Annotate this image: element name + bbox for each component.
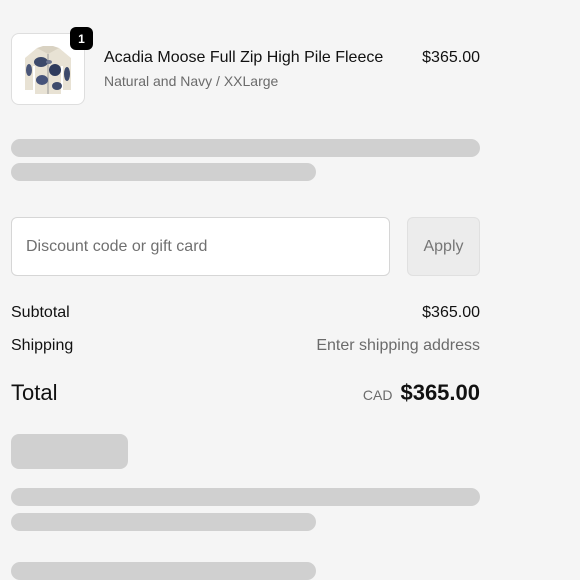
currency-code: CAD (362, 387, 393, 403)
shipping-label: Shipping (11, 337, 74, 354)
discount-code-input[interactable] (11, 217, 390, 276)
product-thumbnail: 1 (11, 27, 93, 105)
subtotal-row: Subtotal $365.00 (11, 304, 480, 322)
total-value: $365.00 (400, 380, 480, 405)
loading-placeholder (11, 434, 128, 469)
shipping-value: Enter shipping address (316, 337, 480, 354)
subtotal-label: Subtotal (11, 304, 70, 321)
apply-discount-button[interactable]: Apply (407, 217, 480, 276)
fleece-jacket-image (19, 40, 77, 98)
total-label: Total (11, 380, 58, 405)
total-amount-group: CAD $365.00 (363, 380, 480, 406)
line-item: 1 Acadia Moose Full Zip High Pile Fleece… (11, 27, 480, 107)
total-row: Total CAD $365.00 (11, 380, 480, 406)
product-title: Acadia Moose Full Zip High Pile Fleece (104, 49, 384, 66)
loading-placeholder (11, 513, 316, 531)
loading-placeholder (11, 139, 480, 157)
shipping-row: Shipping Enter shipping address (11, 337, 480, 355)
product-price: $365.00 (422, 49, 480, 66)
loading-placeholder (11, 488, 480, 506)
loading-placeholder (11, 562, 316, 580)
quantity-badge: 1 (70, 27, 93, 50)
product-variant: Natural and Navy / XXLarge (104, 73, 279, 89)
loading-placeholder (11, 163, 316, 181)
subtotal-value: $365.00 (422, 304, 480, 321)
